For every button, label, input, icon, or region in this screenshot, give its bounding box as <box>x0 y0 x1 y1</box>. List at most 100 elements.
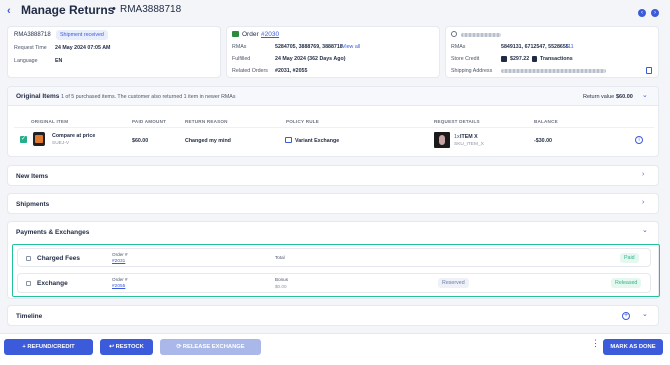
view-all-link[interactable]: View all <box>342 44 360 50</box>
more-options-icon[interactable]: ⋮ <box>591 339 600 348</box>
shipments-title: Shipments <box>16 201 50 208</box>
payments-title: Payments & Exchanges <box>16 229 90 236</box>
mark-as-done-label: MARK AS DONE <box>610 344 656 350</box>
original-items-description: 1 of 5 purchased items. The customer als… <box>61 94 236 100</box>
next-rma-icon[interactable]: › <box>651 9 659 17</box>
mark-as-done-button[interactable]: MARK AS DONE <box>603 339 663 355</box>
chevron-down-icon[interactable]: ⌄ <box>642 226 648 234</box>
order-title: Order <box>242 31 259 38</box>
language-value: EN <box>55 58 63 64</box>
request-item-thumbnail <box>434 132 450 148</box>
return-value: $60.00 <box>616 94 633 100</box>
shipping-address-label: Shipping Address <box>451 68 493 74</box>
fulfilled-label: Fulfilled <box>232 56 251 62</box>
original-items-title: Original Items <box>16 93 60 100</box>
restock-button[interactable]: ↩ RESTOCK <box>100 339 153 355</box>
customer-rmas-label: RMAs <box>451 44 466 50</box>
row-select-checkbox[interactable]: ✓ <box>20 136 27 143</box>
info-icon[interactable]: i <box>635 136 643 144</box>
charged-fees-title: Charged Fees <box>37 255 80 262</box>
fees-order-label: Order # <box>112 252 128 257</box>
request-qty: 1x <box>454 134 460 140</box>
copy-icon[interactable] <box>646 67 652 74</box>
release-exchange-button[interactable]: ⟳ RELEASE EXCHANGE <box>160 339 261 355</box>
chevron-up-icon[interactable]: ⌄ <box>642 91 648 99</box>
exchange-row-icon <box>26 281 31 286</box>
col-paid-amount: PAID AMOUNT <box>132 119 167 124</box>
item-policy: Variant Exchange <box>295 138 340 144</box>
user-icon <box>451 31 457 37</box>
refund-credit-button[interactable]: + REFUND/CREDIT <box>4 339 93 355</box>
restock-label: RESTOCK <box>115 344 144 350</box>
new-items-title: New Items <box>16 173 49 180</box>
exchange-order-label: Order # <box>112 277 128 282</box>
item-paid: $60.00 <box>132 138 149 144</box>
release-icon: ⟳ <box>176 344 182 350</box>
summary-rma: RMA3888718 <box>14 32 51 38</box>
item-sku: SUEJ-V <box>52 141 70 146</box>
col-original-item: ORIGINAL ITEM <box>31 119 69 124</box>
original-items-card: Original Items 1 of 5 purchased items. T… <box>7 86 659 157</box>
col-request-details: REQUEST DETAILS <box>434 119 480 124</box>
item-reason: Changed my mind <box>185 138 231 144</box>
bonus-label: Bonus <box>275 277 289 282</box>
fees-total-label: Total <box>275 255 285 260</box>
fees-status-badge: Paid <box>620 253 639 263</box>
item-balance: -$30.00 <box>534 138 552 144</box>
restock-icon: ↩ <box>109 344 114 350</box>
reserved-badge: Reserved <box>438 278 469 288</box>
customer-rmas-more[interactable]: +11 <box>565 44 574 50</box>
refund-credit-label: REFUND/CREDIT <box>27 344 75 350</box>
back-arrow-icon[interactable]: ‹ <box>7 5 11 17</box>
store-icon <box>232 31 239 37</box>
customer-card: RMAs 5849131, 6712547, 5528655 +11 Store… <box>445 26 659 78</box>
chevron-down-icon[interactable]: ⌄ <box>642 310 648 318</box>
exchange-row: Exchange Order # #2055 Bonus $0.00 Reser… <box>17 273 651 293</box>
new-items-section[interactable]: New Items › <box>7 165 659 186</box>
col-balance: BALANCE <box>534 119 558 124</box>
request-item-sku: SKU_ITEM_X <box>454 142 484 147</box>
fees-order-link[interactable]: #2031 <box>112 259 125 264</box>
return-value-label: Return value <box>583 94 615 100</box>
store-credit-value: $297.22 <box>510 56 530 62</box>
product-thumbnail <box>33 132 45 146</box>
related-orders-value[interactable]: #2031, #2055 <box>275 68 307 74</box>
transactions-link[interactable]: Transactions <box>540 56 573 62</box>
shipments-section[interactable]: Shipments › <box>7 193 659 214</box>
customer-rmas-value: 5849131, 6712547, 5528655 <box>501 44 569 50</box>
plus-icon: + <box>22 344 26 350</box>
fees-icon <box>26 256 31 261</box>
timeline-title: Timeline <box>16 313 43 320</box>
wallet-icon <box>501 56 507 62</box>
order-rmas-value: 5284705, 3888769, 3888718 <box>275 44 343 50</box>
col-policy-rule: POLICY RULE <box>286 119 319 124</box>
chevron-right-icon[interactable]: › <box>642 199 644 206</box>
col-return-reason: RETURN REASON <box>185 119 228 124</box>
order-card: Order #2030 RMAs 5284705, 3888769, 38887… <box>226 26 440 78</box>
exchange-status-badge: Released <box>611 278 642 288</box>
title-separator: • <box>112 3 116 15</box>
request-time-label: Request Time <box>14 45 47 51</box>
chevron-right-icon[interactable]: › <box>642 171 644 178</box>
bonus-value: $0.00 <box>275 284 287 289</box>
exchange-order-link[interactable]: #2055 <box>112 284 125 289</box>
receipt-icon <box>532 56 537 62</box>
order-rmas-label: RMAs <box>232 44 247 50</box>
release-exchange-label: RELEASE EXCHANGE <box>182 344 245 350</box>
shipping-address-redacted <box>501 69 606 73</box>
language-label: Language <box>14 58 38 64</box>
related-orders-label: Related Orders <box>232 68 268 74</box>
store-credit-label: Store Credit <box>451 56 480 62</box>
timeline-section[interactable]: Timeline + ⌄ <box>7 305 659 326</box>
add-event-icon[interactable]: + <box>622 312 630 320</box>
page-rma-id: RMA3888718 <box>120 4 182 15</box>
exchange-icon <box>285 137 292 143</box>
customer-name-redacted[interactable] <box>461 33 501 37</box>
fulfilled-value: 24 May 2024 (362 Days Ago) <box>275 56 346 62</box>
charged-fees-row: Charged Fees Order # #2031 Total Paid <box>17 248 651 267</box>
item-name: Compare at price <box>52 133 96 139</box>
prev-rma-icon[interactable]: ‹ <box>638 9 646 17</box>
order-link[interactable]: #2030 <box>261 31 279 38</box>
page-title: Manage Returns <box>21 3 115 17</box>
request-time-value: 24 May 2024 07:05 AM <box>55 45 111 51</box>
